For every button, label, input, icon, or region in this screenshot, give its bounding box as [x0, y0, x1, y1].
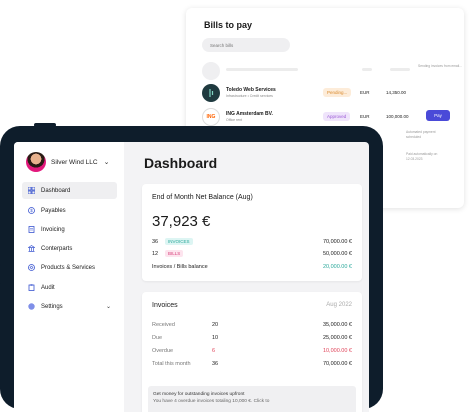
invoices-card: Invoices Aug 2022 Received 20 35,000.00 … — [142, 292, 362, 412]
sidebar-item-label: Audit — [41, 284, 55, 291]
stat-count: 36 — [212, 361, 219, 367]
bill-note: Paid automatically on 12.03.2023 — [406, 152, 438, 161]
avatar — [26, 152, 46, 172]
status-badge: Approved — [323, 112, 351, 121]
upfront-funding-banner[interactable]: Get money for outstanding invoices upfro… — [148, 386, 356, 412]
placeholder-bar — [226, 68, 298, 71]
invoice-stat-row: Total this month 36 70,000.00 € — [152, 361, 352, 371]
page-title: Dashboard — [144, 155, 218, 171]
card-title: Invoices — [152, 302, 178, 309]
currency: EUR — [360, 114, 370, 119]
bank-icon — [27, 245, 36, 252]
main-content: Dashboard End of Month Net Balance (Aug)… — [124, 142, 369, 412]
amount: 14,350.00 — [386, 90, 407, 95]
stat-amount: 10,000.00 € — [322, 348, 352, 354]
box-icon — [28, 264, 35, 271]
currency: EUR — [360, 90, 370, 95]
status-badge: Pending... — [323, 88, 352, 97]
grid-icon — [27, 186, 36, 195]
stat-label: Total this month — [152, 361, 191, 367]
bills-search-input[interactable] — [202, 38, 290, 52]
stat-amount: 25,000.00 € — [322, 335, 352, 341]
vendor-logo-icon — [202, 84, 220, 102]
amount: 100,000.00 — [386, 114, 409, 119]
bill-row[interactable]: Toledo Web Services Infrastructure • Cre… — [202, 82, 460, 104]
sidebar-item-dashboard[interactable]: Dashboard — [22, 182, 117, 199]
audit-icon — [28, 284, 35, 291]
vendor-category: Office rent — [226, 118, 243, 122]
ratio-label: Invoices / Bills balance — [152, 264, 208, 270]
bill-row-placeholder: Sending invoices from email... — [202, 60, 462, 82]
company-switcher[interactable]: Silver Wind LLC ⌄ — [26, 151, 109, 173]
settings-icon — [28, 303, 35, 310]
stat-amount: 35,000.00 € — [322, 322, 352, 328]
invoice-stat-row: Due 10 25,000.00 € — [152, 335, 352, 345]
sidebar-item-label: Dashboard — [41, 187, 71, 194]
sidebar-item-invoicing[interactable]: Invoicing — [22, 221, 117, 238]
sidebar-item-label: Payables — [41, 207, 66, 214]
bills-title: Bills to pay — [204, 20, 253, 30]
bill-row[interactable]: ING ING Amsterdam BV. Office rent Approv… — [202, 106, 460, 128]
invoices-count: 36 — [152, 239, 159, 245]
leaf-icon — [209, 89, 214, 97]
bill-note: Sending invoices from email... — [418, 64, 462, 68]
ratio-amount: 20,000.00 € — [322, 264, 352, 270]
banner-title: Get money for outstanding invoices upfro… — [153, 392, 245, 397]
bills-amount: 50,000.00 € — [322, 251, 352, 257]
ing-logo-icon: ING — [202, 108, 220, 126]
placeholder-bar — [362, 68, 372, 71]
sidebar: Silver Wind LLC ⌄ Dashboard $ Payables I… — [14, 142, 124, 412]
vendor-name: ING Amsterdam BV. — [226, 111, 273, 117]
bills-count: 12 — [152, 251, 159, 257]
stat-count: 10 — [212, 335, 219, 341]
bills-line: 12 BILLS 50,000.00 € — [152, 250, 352, 261]
svg-text:$: $ — [30, 208, 33, 213]
dollar-icon: $ — [28, 207, 35, 214]
invoices-tag: INVOICES — [165, 238, 193, 245]
sidebar-item-products-services[interactable]: Products & Services — [22, 259, 117, 276]
banner-text: You have 4 overdue invoices totaling 10,… — [153, 399, 270, 404]
balance-ratio-line: Invoices / Bills balance 20,000.00 € — [152, 264, 352, 274]
stat-amount: 70,000.00 € — [322, 361, 352, 367]
sidebar-item-audit[interactable]: Audit — [22, 279, 117, 296]
net-balance-card: End of Month Net Balance (Aug) 37,923 € … — [142, 184, 362, 281]
sidebar-item-label: Conterparts — [41, 245, 73, 252]
stat-count: 20 — [212, 322, 219, 328]
bill-note: Automated payment scheduled — [406, 130, 436, 139]
sidebar-item-label: Settings — [41, 303, 63, 310]
invoices-amount: 70,000.00 € — [322, 239, 352, 245]
tablet-frame: Silver Wind LLC ⌄ Dashboard $ Payables I… — [0, 123, 383, 412]
stat-label: Received — [152, 322, 175, 328]
vendor-category: Infrastructure • Credit services — [226, 94, 273, 98]
vendor-name: Toledo Web Services — [226, 87, 276, 93]
avatar-placeholder — [202, 62, 220, 80]
card-title: End of Month Net Balance (Aug) — [152, 194, 253, 201]
invoice-stat-row: Received 20 35,000.00 € — [152, 322, 352, 332]
stat-count: 6 — [212, 348, 216, 354]
tablet-side-button — [0, 264, 1, 284]
tablet-screen: Silver Wind LLC ⌄ Dashboard $ Payables I… — [14, 142, 369, 412]
placeholder-bar — [390, 68, 410, 71]
sidebar-item-payables[interactable]: $ Payables — [22, 202, 117, 219]
invoices-line: 36 INVOICES 70,000.00 € — [152, 238, 352, 249]
sidebar-item-conterparts[interactable]: Conterparts — [22, 240, 117, 257]
sidebar-item-settings[interactable]: Settings ⌄ — [22, 298, 117, 315]
invoices-header: Invoices Aug 2022 — [152, 302, 352, 309]
sidebar-item-label: Invoicing — [41, 226, 65, 233]
tablet-top-button — [34, 123, 56, 127]
invoices-period[interactable]: Aug 2022 — [326, 302, 352, 308]
document-icon — [28, 226, 35, 233]
net-balance-amount: 37,923 € — [152, 213, 211, 230]
bills-tag: BILLS — [165, 250, 184, 257]
stat-label: Due — [152, 335, 163, 341]
invoice-stat-row: Overdue 6 10,000.00 € — [152, 348, 352, 358]
chevron-down-icon: ⌄ — [105, 304, 111, 310]
company-name: Silver Wind LLC — [51, 158, 98, 166]
stat-label: Overdue — [152, 348, 174, 354]
chevron-down-icon: ⌄ — [103, 159, 110, 166]
pay-button[interactable]: Pay — [426, 110, 450, 121]
sidebar-item-label: Products & Services — [41, 264, 96, 271]
